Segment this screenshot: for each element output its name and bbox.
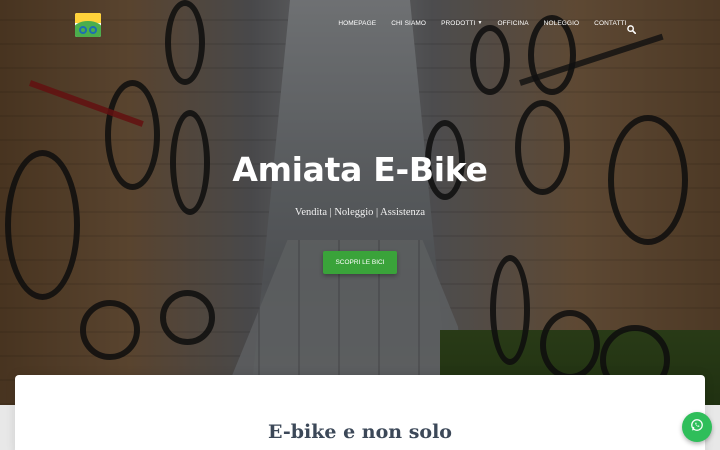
nav-prodotti-label: Prodotti (441, 20, 476, 27)
discover-bikes-button[interactable]: Scopri le bici (323, 251, 397, 274)
nav-chi-siamo-label: Chi siamo (391, 20, 427, 27)
nav-officina[interactable]: Officina (490, 20, 536, 27)
nav-contatti-label: Contatti (594, 20, 627, 27)
hero-title: Amiata E-Bike (232, 150, 488, 189)
main-menu: Homepage Chi siamo Prodotti ▼ Officina No… (331, 20, 634, 27)
logo-wheel (79, 26, 87, 34)
search-icon[interactable] (627, 21, 637, 35)
nav-homepage[interactable]: Homepage (331, 20, 384, 27)
hero-background (0, 0, 720, 405)
nav-homepage-label: Homepage (338, 20, 377, 27)
nav-chi-siamo[interactable]: Chi siamo (384, 20, 434, 27)
navbar: Homepage Chi siamo Prodotti ▼ Officina No… (0, 0, 720, 52)
hero-overlay (0, 0, 720, 405)
whatsapp-icon (690, 418, 704, 437)
nav-noleggio-label: Noleggio (543, 20, 580, 27)
whatsapp-button[interactable] (682, 412, 712, 442)
caret-down-icon: ▼ (477, 20, 483, 27)
section-title: E-bike e non solo (268, 421, 452, 443)
nav-prodotti[interactable]: Prodotti ▼ (434, 20, 490, 27)
nav-noleggio[interactable]: Noleggio (536, 20, 586, 27)
content-card: E-bike e non solo (15, 375, 705, 450)
discover-bikes-label: Scopri le bici (335, 259, 385, 266)
e-bike-logo[interactable] (75, 13, 101, 37)
nav-officina-label: Officina (497, 20, 529, 27)
logo-wheel (89, 26, 97, 34)
hero-subtitle: Vendita | Noleggio | Assistenza (294, 207, 426, 218)
